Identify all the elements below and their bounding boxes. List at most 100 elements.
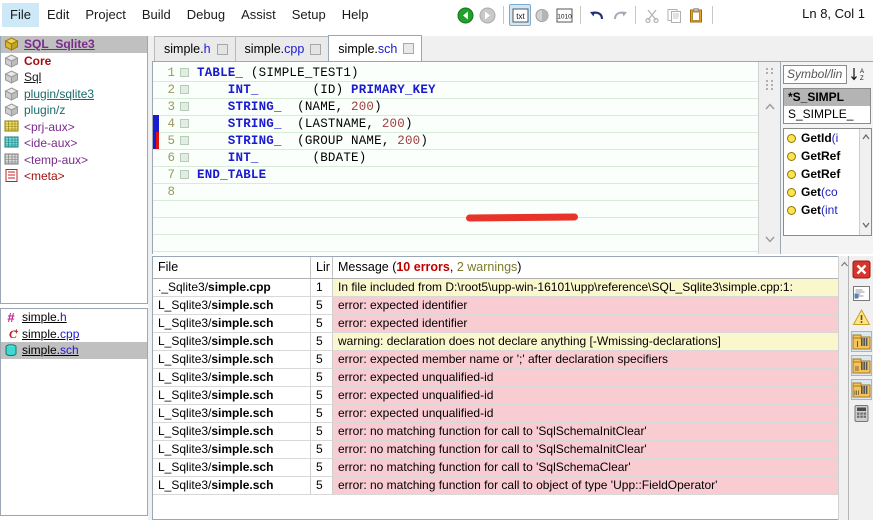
error-row[interactable]: L_Sqlite3/simple.sch5error: expected unq…: [153, 405, 842, 423]
error-row[interactable]: ._Sqlite3/simple.cpp1In file included fr…: [153, 279, 842, 297]
member-scroll-down-icon[interactable]: [860, 219, 872, 233]
cut-icon[interactable]: [641, 4, 663, 26]
code-fold-marker[interactable]: [180, 85, 189, 94]
package-item-7[interactable]: <temp-aux>: [1, 152, 147, 169]
file-list-panel[interactable]: #simple.hC+simple.cppsimple.sch: [0, 308, 148, 516]
tab-close-icon[interactable]: [403, 43, 414, 54]
error-row[interactable]: L_Sqlite3/simple.sch5error: expected mem…: [153, 351, 842, 369]
undo-icon[interactable]: [586, 4, 608, 26]
build-step-3-icon[interactable]: III: [851, 379, 872, 400]
symbol-member-1[interactable]: GetRef: [784, 147, 871, 165]
code-fold-marker[interactable]: [180, 153, 189, 162]
code-line-3[interactable]: 3 STRING_ (NAME, 200): [153, 98, 780, 115]
package-item-4[interactable]: plugin/z: [1, 102, 147, 119]
console-output-icon[interactable]: [851, 283, 872, 304]
column-header-line[interactable]: Lir: [311, 257, 333, 278]
symbol-member-list[interactable]: GetId(iGetRefGetRefGet(coGet(int: [783, 128, 872, 236]
editor-vertical-scrollbar[interactable]: [758, 62, 780, 254]
menu-item-debug[interactable]: Debug: [179, 3, 233, 27]
code-line-4[interactable]: 4 STRING_ (LASTNAME, 200): [153, 115, 780, 132]
back-icon[interactable]: [454, 4, 476, 26]
menu-item-setup[interactable]: Setup: [284, 3, 334, 27]
redo-icon[interactable]: [608, 4, 630, 26]
menu-item-file[interactable]: File: [2, 3, 39, 27]
error-row[interactable]: L_Sqlite3/simple.sch5error: no matching …: [153, 423, 842, 441]
code-line-7[interactable]: 7END_TABLE: [153, 166, 780, 183]
package-item-label: plugin/sqlite3: [24, 87, 94, 101]
error-list-scrollbar[interactable]: [838, 256, 848, 520]
error-row[interactable]: L_Sqlite3/simple.sch5error: no matching …: [153, 459, 842, 477]
error-row[interactable]: L_Sqlite3/simple.sch5error: expected ide…: [153, 297, 842, 315]
symbol-member-3[interactable]: Get(co: [784, 183, 871, 201]
forward-icon[interactable]: [476, 4, 498, 26]
code-line-8[interactable]: 8: [153, 183, 780, 200]
code-fold-marker[interactable]: [180, 136, 189, 145]
warnings-icon[interactable]: [851, 307, 872, 328]
menu-item-assist[interactable]: Assist: [233, 3, 284, 27]
copy-icon[interactable]: [663, 4, 685, 26]
sort-alphabetical-icon[interactable]: A Z: [847, 65, 871, 84]
error-list-panel[interactable]: File Lir Message (10 errors, 2 warnings)…: [152, 256, 842, 520]
menu-item-build[interactable]: Build: [134, 3, 179, 27]
column-header-file[interactable]: File: [153, 257, 311, 278]
member-list-scrollbar[interactable]: [859, 129, 871, 235]
file-list-item-1[interactable]: C+simple.cpp: [1, 326, 147, 343]
error-row[interactable]: L_Sqlite3/simple.sch5error: expected ide…: [153, 315, 842, 333]
error-row[interactable]: L_Sqlite3/simple.sch5warning: declaratio…: [153, 333, 842, 351]
menu-item-project[interactable]: Project: [77, 3, 133, 27]
editor-tab-simple-sch[interactable]: simple.sch: [328, 35, 422, 61]
package-item-6[interactable]: <ide-aux>: [1, 135, 147, 152]
symbol-member-name: Get: [801, 203, 821, 217]
file-list-item-2[interactable]: simple.sch: [1, 342, 147, 359]
code-line-2[interactable]: 2 INT_ (ID) PRIMARY_KEY: [153, 81, 780, 98]
symbol-search-input[interactable]: Symbol/lin: [783, 65, 847, 84]
code-fold-marker[interactable]: [180, 119, 189, 128]
error-row[interactable]: L_Sqlite3/simple.sch5error: expected unq…: [153, 387, 842, 405]
code-fold-marker[interactable]: [180, 68, 189, 77]
symbol-member-4[interactable]: Get(int: [784, 201, 871, 219]
package-item-0[interactable]: SQL_Sqlite3: [1, 36, 147, 53]
menu-item-edit[interactable]: Edit: [39, 3, 77, 27]
scroll-down-icon[interactable]: [763, 232, 777, 246]
error-row[interactable]: L_Sqlite3/simple.sch5error: no matching …: [153, 441, 842, 459]
package-item-3[interactable]: plugin/sqlite3: [1, 86, 147, 103]
paste-icon[interactable]: [685, 4, 707, 26]
symbol-entry-0[interactable]: *S_SIMPL: [784, 89, 870, 106]
file-list-item-0[interactable]: #simple.h: [1, 309, 147, 326]
build-step-2-icon[interactable]: II: [851, 355, 872, 376]
code-line-1[interactable]: 1TABLE_ (SIMPLE_TEST1): [153, 64, 780, 81]
error-row-message: error: expected unqualified-id: [333, 369, 842, 387]
hex-mode-icon[interactable]: 1010: [553, 4, 575, 26]
editor-tab-simple-cpp[interactable]: simple.cpp: [235, 36, 330, 61]
code-editor[interactable]: 1TABLE_ (SIMPLE_TEST1)2 INT_ (ID) PRIMAR…: [152, 62, 780, 254]
symbol-member-2[interactable]: GetRef: [784, 165, 871, 183]
error-row-file: L_Sqlite3/simple.sch: [153, 333, 311, 351]
calculator-icon[interactable]: [851, 403, 872, 424]
package-item-2[interactable]: Sql: [1, 69, 147, 86]
layout-designer-icon[interactable]: [531, 4, 553, 26]
package-tree-panel[interactable]: SQL_Sqlite3CoreSqlplugin/sqlite3plugin/z…: [0, 36, 148, 304]
symbol-entry-1[interactable]: S_SIMPLE_: [784, 106, 870, 123]
text-mode-icon[interactable]: txt: [509, 4, 531, 26]
code-line-6[interactable]: 6 INT_ (BDATE): [153, 149, 780, 166]
package-item-5[interactable]: <prj-aux>: [1, 119, 147, 136]
tab-close-icon[interactable]: [310, 44, 321, 55]
member-scroll-up-icon[interactable]: [860, 131, 872, 145]
menu-item-help[interactable]: Help: [334, 3, 377, 27]
symbol-panel[interactable]: Symbol/lin A Z *S_SIMPLS_SIMPLE_ GetId(i…: [780, 62, 873, 254]
editor-tab-simple-h[interactable]: simple.h: [154, 36, 236, 61]
tab-close-icon[interactable]: [217, 44, 228, 55]
code-fold-marker[interactable]: [180, 170, 189, 179]
code-fold-marker[interactable]: [180, 102, 189, 111]
code-line-5[interactable]: 5 STRING_ (GROUP NAME, 200): [153, 132, 780, 149]
error-row[interactable]: L_Sqlite3/simple.sch5error: no matching …: [153, 477, 842, 495]
close-errors-icon[interactable]: [851, 259, 872, 280]
symbol-entry-list[interactable]: *S_SIMPLS_SIMPLE_: [783, 88, 871, 124]
error-row[interactable]: L_Sqlite3/simple.sch5error: expected unq…: [153, 369, 842, 387]
build-step-1-icon[interactable]: I: [851, 331, 872, 352]
scroll-up-icon[interactable]: [763, 100, 777, 114]
column-header-message[interactable]: Message (10 errors, 2 warnings): [333, 257, 842, 278]
package-item-1[interactable]: Core: [1, 53, 147, 70]
package-item-8[interactable]: <meta>: [1, 168, 147, 185]
symbol-member-0[interactable]: GetId(i: [784, 129, 871, 147]
